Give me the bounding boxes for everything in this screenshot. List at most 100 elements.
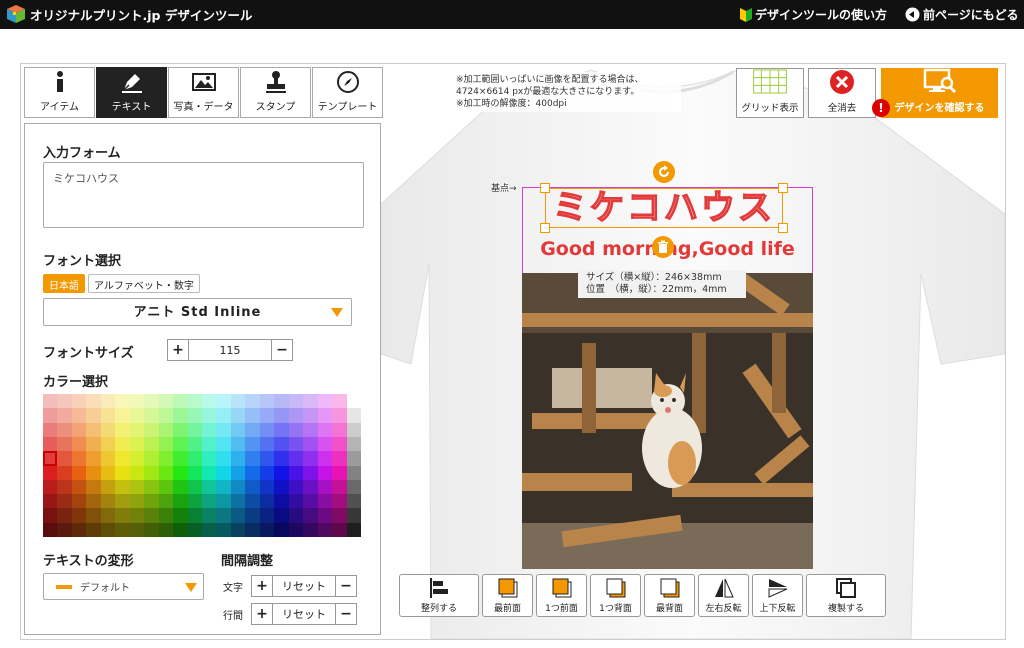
color-swatch[interactable]: [71, 451, 87, 466]
font-tab-alphabet[interactable]: アルファベット・数字: [88, 274, 200, 293]
color-swatch[interactable]: [303, 508, 318, 523]
flip-horizontal-button[interactable]: 左右反転: [698, 574, 749, 617]
color-swatch[interactable]: [129, 408, 145, 423]
color-swatch[interactable]: [201, 408, 217, 423]
color-swatch[interactable]: [100, 494, 116, 509]
color-swatch[interactable]: [144, 408, 159, 423]
color-swatch[interactable]: [274, 408, 289, 423]
bring-forward-button[interactable]: 1つ前面: [536, 574, 587, 617]
site-logo[interactable]: オリジナルプリント.jp デザインツール: [6, 4, 252, 24]
color-swatch[interactable]: [129, 465, 145, 480]
color-swatch[interactable]: [158, 508, 174, 523]
color-swatch[interactable]: [216, 508, 231, 523]
color-swatch[interactable]: [274, 508, 289, 523]
color-swatch[interactable]: [230, 394, 246, 409]
color-swatch[interactable]: [144, 451, 159, 466]
color-swatch[interactable]: [158, 451, 174, 466]
color-swatch[interactable]: [173, 451, 188, 466]
color-swatch[interactable]: [230, 408, 246, 423]
color-swatch[interactable]: [332, 408, 347, 423]
color-swatch[interactable]: [303, 494, 318, 509]
color-swatch[interactable]: [216, 522, 231, 537]
color-swatch[interactable]: [57, 394, 72, 409]
color-swatch[interactable]: [259, 465, 275, 480]
color-swatch[interactable]: [100, 436, 116, 452]
color-swatch[interactable]: [346, 479, 361, 495]
color-swatch[interactable]: [332, 494, 347, 509]
color-swatch[interactable]: [187, 408, 202, 423]
color-swatch[interactable]: [245, 394, 260, 409]
color-swatch[interactable]: [158, 465, 174, 480]
color-swatch[interactable]: [230, 465, 246, 480]
color-swatch[interactable]: [187, 394, 202, 409]
color-swatch[interactable]: [216, 451, 231, 466]
color-swatch[interactable]: [43, 479, 58, 495]
color-swatch[interactable]: [173, 522, 188, 537]
color-swatch[interactable]: [288, 408, 304, 423]
color-swatch[interactable]: [259, 394, 275, 409]
color-swatch[interactable]: [230, 522, 246, 537]
color-swatch[interactable]: [144, 465, 159, 480]
color-swatch[interactable]: [332, 465, 347, 480]
transform-select[interactable]: デフォルト: [43, 573, 204, 600]
flip-vertical-button[interactable]: 上下反転: [752, 574, 803, 617]
color-swatch[interactable]: [303, 479, 318, 495]
color-swatch[interactable]: [317, 522, 333, 537]
color-swatch[interactable]: [173, 394, 188, 409]
color-swatch[interactable]: [346, 522, 361, 537]
color-swatch[interactable]: [129, 394, 145, 409]
color-swatch[interactable]: [115, 436, 130, 452]
color-swatch[interactable]: [303, 465, 318, 480]
color-swatch[interactable]: [346, 451, 361, 466]
color-swatch[interactable]: [86, 422, 101, 437]
color-swatch[interactable]: [115, 394, 130, 409]
color-swatch[interactable]: [57, 479, 72, 495]
tab-template[interactable]: テンプレート: [312, 67, 383, 118]
color-swatch[interactable]: [230, 494, 246, 509]
color-swatch[interactable]: [274, 394, 289, 409]
color-swatch[interactable]: [173, 465, 188, 480]
color-swatch[interactable]: [317, 508, 333, 523]
bring-front-button[interactable]: 最前面: [482, 574, 533, 617]
color-swatch[interactable]: [259, 479, 275, 495]
color-swatch[interactable]: [332, 479, 347, 495]
color-swatch[interactable]: [259, 494, 275, 509]
size-decrease-button[interactable]: −: [271, 339, 293, 361]
char-spacing-reset[interactable]: リセット: [273, 575, 335, 597]
color-swatch[interactable]: [216, 408, 231, 423]
color-swatch[interactable]: [115, 408, 130, 423]
color-swatch[interactable]: [86, 494, 101, 509]
color-swatch[interactable]: [144, 479, 159, 495]
color-swatch[interactable]: [346, 508, 361, 523]
color-swatch[interactable]: [43, 522, 58, 537]
color-swatch[interactable]: [115, 465, 130, 480]
color-swatch[interactable]: [57, 494, 72, 509]
color-swatch[interactable]: [230, 479, 246, 495]
color-swatch[interactable]: [288, 479, 304, 495]
tab-photo-data[interactable]: 写真・データ: [168, 67, 239, 118]
color-swatch[interactable]: [57, 422, 72, 437]
color-swatch[interactable]: [274, 522, 289, 537]
color-swatch[interactable]: [129, 508, 145, 523]
color-swatch[interactable]: [173, 508, 188, 523]
color-swatch[interactable]: [274, 465, 289, 480]
color-swatch[interactable]: [100, 394, 116, 409]
color-swatch[interactable]: [57, 522, 72, 537]
color-swatch[interactable]: [317, 408, 333, 423]
color-swatch[interactable]: [288, 508, 304, 523]
color-swatch[interactable]: [158, 408, 174, 423]
color-swatch[interactable]: [201, 522, 217, 537]
color-swatch[interactable]: [57, 436, 72, 452]
color-swatch[interactable]: [201, 508, 217, 523]
resize-handle-tr[interactable]: [778, 183, 788, 193]
color-swatch[interactable]: [144, 522, 159, 537]
color-swatch[interactable]: [274, 494, 289, 509]
color-swatch[interactable]: [201, 494, 217, 509]
color-swatch[interactable]: [259, 436, 275, 452]
color-swatch[interactable]: [245, 508, 260, 523]
color-swatch[interactable]: [288, 465, 304, 480]
color-swatch[interactable]: [71, 522, 87, 537]
color-swatch[interactable]: [346, 408, 361, 423]
color-swatch[interactable]: [201, 394, 217, 409]
color-swatch[interactable]: [43, 394, 58, 409]
